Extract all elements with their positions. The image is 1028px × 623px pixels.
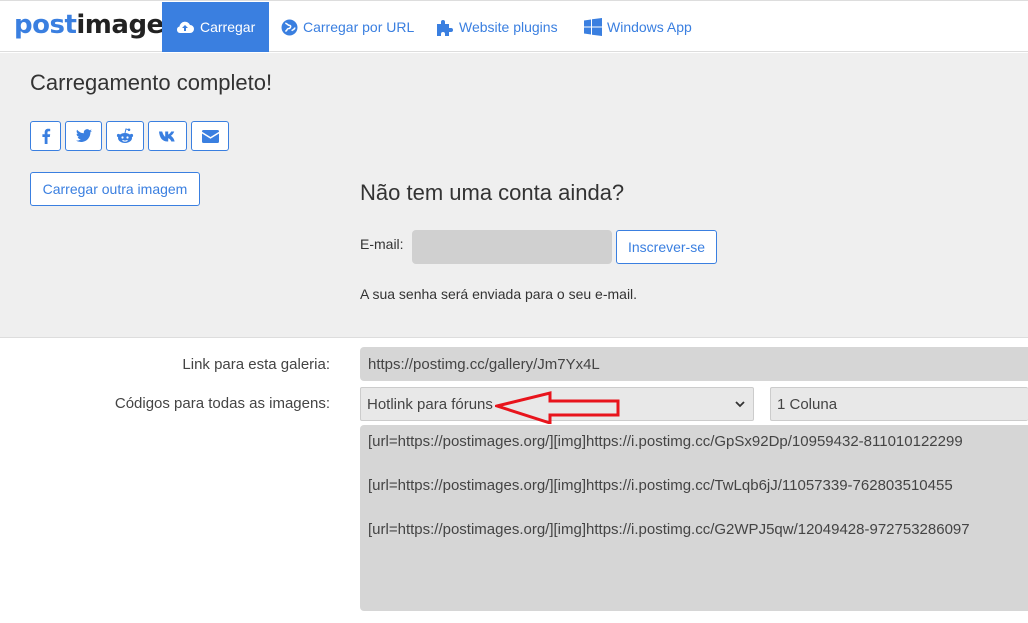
share-facebook-button[interactable] <box>30 121 61 151</box>
nav-website-plugins[interactable]: Website plugins <box>436 2 558 52</box>
codes-label: Códigos para todas as imagens: <box>114 395 330 412</box>
upload-complete-title: Carregamento completo! <box>30 70 273 95</box>
envelope-icon <box>201 129 219 143</box>
gallery-link-field[interactable]: https://postimg.cc/gallery/Jm7Yx4L <box>360 347 1028 381</box>
password-note: A sua senha será enviada para o seu e-ma… <box>360 286 638 302</box>
nav-windows-app[interactable]: Windows App <box>584 2 692 52</box>
code-line: [url=https://postimages.org/][img]https:… <box>368 477 953 494</box>
share-reddit-button[interactable] <box>106 121 144 151</box>
nav-upload[interactable]: Carregar <box>162 2 270 52</box>
image-codes-textarea[interactable]: [url=https://postimages.org/][img]https:… <box>360 425 1028 611</box>
upload-another-image-button[interactable]: Carregar outra imagem <box>30 172 200 206</box>
share-email-button[interactable] <box>191 121 229 151</box>
code-line: [url=https://postimages.org/][img]https:… <box>368 521 970 538</box>
chevron-down-icon <box>735 401 745 408</box>
subscribe-button[interactable]: Inscrever-se <box>616 230 717 264</box>
puzzle-icon <box>437 19 453 36</box>
signup-title: Não tem uma conta ainda? <box>360 180 625 205</box>
facebook-icon <box>41 128 50 144</box>
share-twitter-button[interactable] <box>65 121 102 151</box>
columns-select[interactable]: 1 Coluna <box>770 387 1028 421</box>
code-line: [url=https://postimages.org/][img]https:… <box>368 433 963 450</box>
top-navbar: postimage Carregar Carregar por URL Webs… <box>0 0 1028 52</box>
share-vk-button[interactable] <box>148 121 187 151</box>
red-arrow-annotation <box>495 391 620 424</box>
postimage-logo[interactable]: postimage <box>14 10 164 40</box>
reddit-icon <box>116 128 134 143</box>
windows-icon <box>584 18 602 36</box>
globe-icon <box>281 19 298 35</box>
email-label: E-mail: <box>360 236 404 252</box>
twitter-icon <box>75 129 92 143</box>
nav-upload-url[interactable]: Carregar por URL <box>281 2 414 52</box>
cloud-upload-icon <box>176 21 194 33</box>
gallery-link-label: Link para esta galeria: <box>182 356 330 373</box>
email-input[interactable] <box>412 230 612 264</box>
vk-icon <box>158 131 175 141</box>
